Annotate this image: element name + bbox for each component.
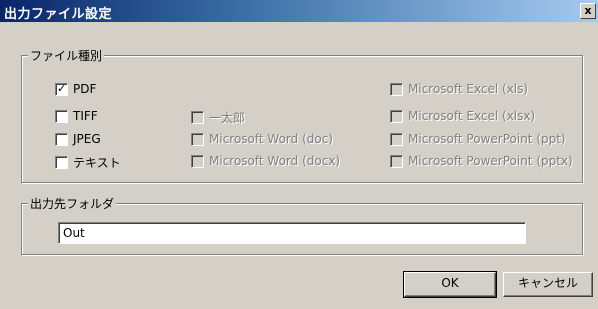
window-title: 出力ファイル設定 — [4, 7, 113, 22]
checkbox-label: Microsoft Word (doc) — [209, 132, 334, 146]
checkbox-label: テキスト — [73, 156, 121, 170]
checkbox-excel-xls: Microsoft Excel (xls) — [390, 82, 528, 96]
checkbox-box — [390, 154, 403, 168]
checkbox-box — [390, 82, 403, 96]
checkbox-powerpoint-ppt: Microsoft PowerPoint (ppt) — [390, 132, 566, 146]
output-folder-input[interactable]: Out — [58, 222, 526, 244]
cancel-button[interactable]: キャンセル — [503, 272, 593, 297]
title-bar: 出力ファイル設定 x — [0, 0, 598, 22]
checkbox-label: 一太郎 — [209, 111, 246, 125]
checkbox-box — [191, 132, 204, 146]
checkbox-box[interactable] — [55, 132, 68, 146]
file-type-group-label: ファイル種別 — [28, 47, 105, 64]
output-folder-value: Out — [63, 226, 85, 240]
checkbox-label: Microsoft PowerPoint (pptx) — [408, 154, 573, 168]
checkbox-jpeg[interactable]: JPEG — [55, 132, 101, 146]
ok-button[interactable]: OK — [403, 271, 497, 298]
checkbox-box — [390, 109, 403, 123]
checkbox-box — [390, 132, 403, 146]
checkbox-ichitaro: 一太郎 — [191, 109, 245, 126]
checkbox-word-doc: Microsoft Word (doc) — [191, 132, 333, 146]
checkbox-label: Microsoft Excel (xlsx) — [408, 109, 536, 123]
checkbox-label: Microsoft Excel (xls) — [408, 82, 529, 96]
checkbox-label: Microsoft Word (docx) — [209, 154, 341, 168]
checkbox-label: JPEG — [73, 132, 101, 146]
checkbox-box[interactable]: ✓ — [55, 81, 68, 96]
checkbox-label: Microsoft PowerPoint (ppt) — [408, 132, 566, 146]
checkbox-excel-xlsx: Microsoft Excel (xlsx) — [390, 109, 535, 123]
checkbox-box[interactable] — [55, 109, 68, 123]
checkmark-icon: ✓ — [57, 81, 67, 95]
close-button[interactable]: x — [580, 3, 596, 19]
checkbox-tiff[interactable]: TIFF — [55, 109, 98, 123]
checkbox-label: TIFF — [73, 109, 98, 123]
checkbox-box[interactable] — [55, 156, 68, 169]
output-folder-group-label: 出力先フォルダ — [28, 195, 117, 212]
checkbox-box — [191, 111, 204, 124]
checkbox-box — [191, 154, 204, 168]
checkbox-word-docx: Microsoft Word (docx) — [191, 154, 340, 168]
checkbox-label: PDF — [73, 82, 97, 96]
checkbox-pdf[interactable]: ✓ PDF — [55, 82, 96, 96]
checkbox-powerpoint-pptx: Microsoft PowerPoint (pptx) — [390, 154, 573, 168]
checkbox-text[interactable]: テキスト — [55, 154, 121, 171]
